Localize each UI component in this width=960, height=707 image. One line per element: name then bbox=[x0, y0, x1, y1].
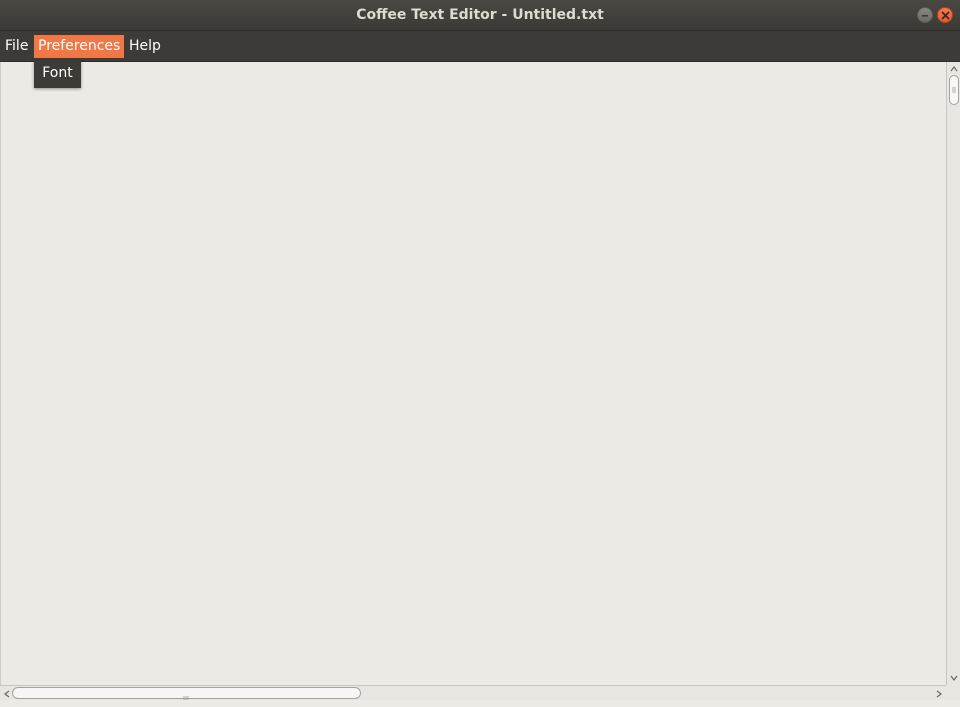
menu-item-font[interactable]: Font bbox=[34, 60, 81, 86]
horizontal-scrollbar-thumb[interactable] bbox=[12, 687, 361, 700]
scroll-left-arrow-icon[interactable] bbox=[2, 688, 12, 700]
minimize-button[interactable] bbox=[917, 7, 933, 23]
close-icon bbox=[941, 11, 950, 20]
window-title: Coffee Text Editor - Untitled.txt bbox=[356, 7, 604, 23]
scrollbar-corner bbox=[946, 685, 960, 700]
grip-icon bbox=[183, 696, 189, 700]
scroll-down-arrow-icon[interactable] bbox=[948, 673, 960, 683]
preferences-dropdown-menu: Font bbox=[34, 60, 81, 88]
vertical-scrollbar[interactable] bbox=[946, 62, 960, 685]
scroll-right-arrow-icon[interactable] bbox=[934, 688, 944, 700]
vertical-scrollbar-thumb[interactable] bbox=[949, 75, 959, 105]
window-titlebar: Coffee Text Editor - Untitled.txt bbox=[0, 0, 960, 31]
menubar: File Preferences Help bbox=[0, 31, 960, 62]
text-editor-area[interactable] bbox=[0, 62, 946, 685]
menu-preferences[interactable]: Preferences bbox=[34, 35, 125, 58]
horizontal-scrollbar[interactable] bbox=[0, 685, 946, 700]
scroll-up-arrow-icon[interactable] bbox=[948, 64, 960, 74]
menu-file[interactable]: File bbox=[1, 35, 32, 58]
grip-icon bbox=[952, 87, 956, 93]
menu-help[interactable]: Help bbox=[125, 35, 165, 58]
close-button[interactable] bbox=[937, 7, 953, 23]
minimize-icon bbox=[922, 15, 928, 17]
